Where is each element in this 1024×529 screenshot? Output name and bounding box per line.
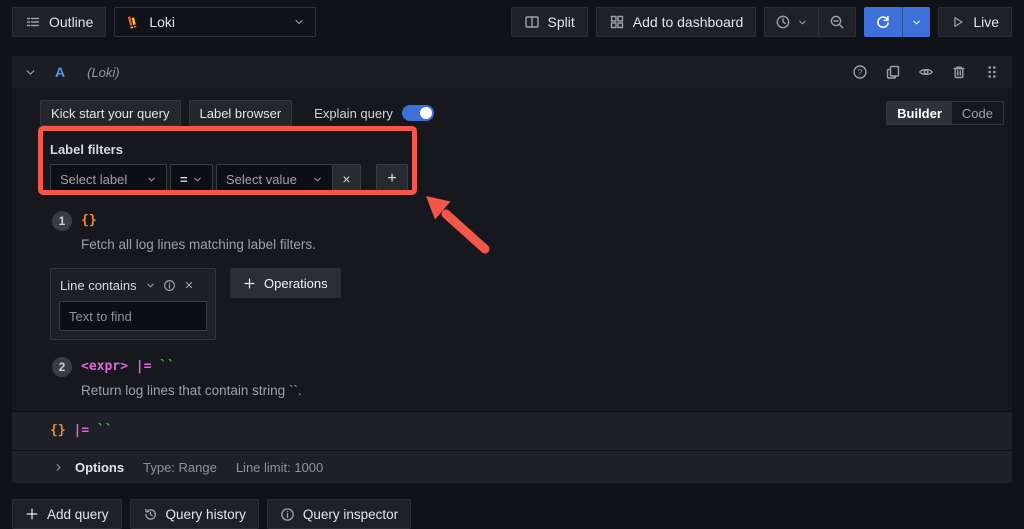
refresh-button[interactable] [864, 7, 902, 37]
options-line-limit: Line limit: 1000 [236, 460, 323, 475]
label-filters-title: Label filters [50, 142, 1004, 157]
query-inspector-button[interactable]: Query inspector [267, 499, 411, 529]
add-to-dashboard-label: Add to dashboard [633, 14, 744, 30]
step-number-badge: 2 [52, 357, 72, 377]
info-circle-icon[interactable] [163, 279, 176, 292]
query-ref-id[interactable]: A [55, 64, 65, 80]
query-editor-panel: A (Loki) ? Kick start your query Label b… [12, 56, 1012, 483]
datasource-picker[interactable]: Loki [114, 7, 316, 37]
step2-description: Return log lines that contain string ``. [81, 382, 302, 399]
drag-grip-icon[interactable] [984, 64, 1000, 80]
add-query-button[interactable]: Add query [12, 499, 122, 529]
add-to-dashboard-button[interactable]: Add to dashboard [596, 7, 757, 37]
options-collapse-row[interactable]: Options Type: Range Line limit: 1000 [12, 450, 1012, 483]
step2-code: <expr> |= `` [81, 357, 302, 377]
time-range-controls [764, 7, 856, 37]
split-button-label: Split [548, 14, 575, 30]
help-circle-icon[interactable]: ? [852, 64, 868, 80]
copy-icon[interactable] [885, 64, 901, 80]
zoom-out-icon [829, 14, 845, 30]
chevron-down-icon [192, 174, 203, 185]
explain-query-toggle[interactable] [402, 105, 434, 121]
mode-builder[interactable]: Builder [887, 102, 952, 124]
query-history-button[interactable]: Query history [130, 499, 259, 529]
zoom-out-time-button[interactable] [818, 8, 855, 36]
chevron-down-icon [312, 174, 323, 185]
apps-grid-icon [609, 14, 625, 30]
query-row-header: A (Loki) ? [12, 56, 1012, 88]
query-inspector-label: Query inspector [303, 507, 398, 522]
loki-logo-icon [125, 14, 141, 30]
add-operations-button[interactable]: Operations [230, 268, 341, 298]
remove-label-filter-button[interactable]: × [333, 164, 361, 194]
select-label-dropdown[interactable]: Select label [50, 164, 167, 194]
operator-value: = [180, 172, 188, 187]
add-query-label: Add query [47, 507, 109, 522]
run-query-controls [864, 7, 930, 37]
select-label-placeholder: Select label [60, 172, 127, 187]
trash-icon[interactable] [951, 64, 967, 80]
outline-button-label: Outline [49, 14, 93, 30]
step1-code: {} [81, 211, 316, 231]
step1-description: Fetch all log lines matching label filte… [81, 236, 316, 253]
outline-button[interactable]: Outline [12, 7, 106, 37]
chevron-down-icon [293, 16, 305, 28]
editor-mode-toggle: Builder Code [886, 101, 1004, 125]
chevron-down-icon [146, 174, 157, 185]
explain-step-2: 2 <expr> |= `` Return log lines that con… [52, 357, 1004, 399]
add-label-filter-button[interactable]: + [376, 164, 408, 194]
operations-section: Line contains Operations [50, 268, 1004, 340]
chevron-down-icon [797, 17, 808, 28]
collapse-chevron-icon[interactable] [24, 66, 37, 79]
label-filters-section: Label filters Select label = Select valu… [50, 142, 1004, 194]
line-contains-operation-card: Line contains [50, 268, 216, 340]
split-button[interactable]: Split [511, 7, 588, 37]
step-number-badge: 1 [52, 211, 72, 231]
kick-start-query-button[interactable]: Kick start your query [40, 100, 181, 126]
select-value-dropdown[interactable]: Select value [216, 164, 333, 194]
play-icon [951, 15, 965, 29]
label-browser-button[interactable]: Label browser [189, 100, 293, 126]
raw-query-preview: {} |= `` [12, 411, 1012, 450]
plus-icon [25, 507, 39, 521]
plus-icon: + [387, 170, 396, 188]
query-datasource-hint: (Loki) [87, 65, 120, 80]
options-label: Options [75, 460, 124, 475]
query-editor-body: Kick start your query Label browser Expl… [12, 88, 1012, 411]
info-circle-icon [280, 507, 295, 522]
svg-text:?: ? [858, 67, 863, 77]
split-icon [524, 14, 540, 30]
raw-query-text: {} |= `` [50, 423, 113, 438]
eye-icon[interactable] [918, 64, 934, 80]
time-picker-button[interactable] [765, 8, 818, 36]
operator-dropdown[interactable]: = [170, 164, 213, 194]
refresh-icon [875, 14, 891, 30]
select-value-placeholder: Select value [226, 172, 297, 187]
options-type: Type: Range [143, 460, 217, 475]
operations-button-label: Operations [264, 276, 328, 291]
chevron-right-icon [53, 462, 64, 473]
chevron-down-icon [911, 17, 922, 28]
datasource-picker-value: Loki [149, 14, 175, 30]
outline-list-icon [25, 14, 41, 30]
explore-footer: Add query Query history Query inspector [12, 499, 1012, 529]
clock-icon [775, 14, 791, 30]
plus-icon [243, 277, 256, 290]
explain-query-label: Explain query [314, 106, 393, 121]
chevron-down-icon[interactable] [145, 280, 156, 291]
close-icon: × [342, 171, 350, 187]
live-button-label: Live [973, 14, 999, 30]
mode-code[interactable]: Code [952, 102, 1003, 124]
operation-name[interactable]: Line contains [60, 278, 137, 293]
refresh-interval-dropdown[interactable] [902, 7, 930, 37]
history-icon [143, 507, 158, 522]
text-to-find-input[interactable] [59, 301, 207, 331]
query-history-label: Query history [166, 507, 246, 522]
explain-step-1: 1 {} Fetch all log lines matching label … [52, 211, 1004, 253]
close-icon[interactable] [183, 279, 195, 291]
live-button[interactable]: Live [938, 7, 1012, 37]
top-toolbar: Outline Loki [0, 0, 1024, 44]
